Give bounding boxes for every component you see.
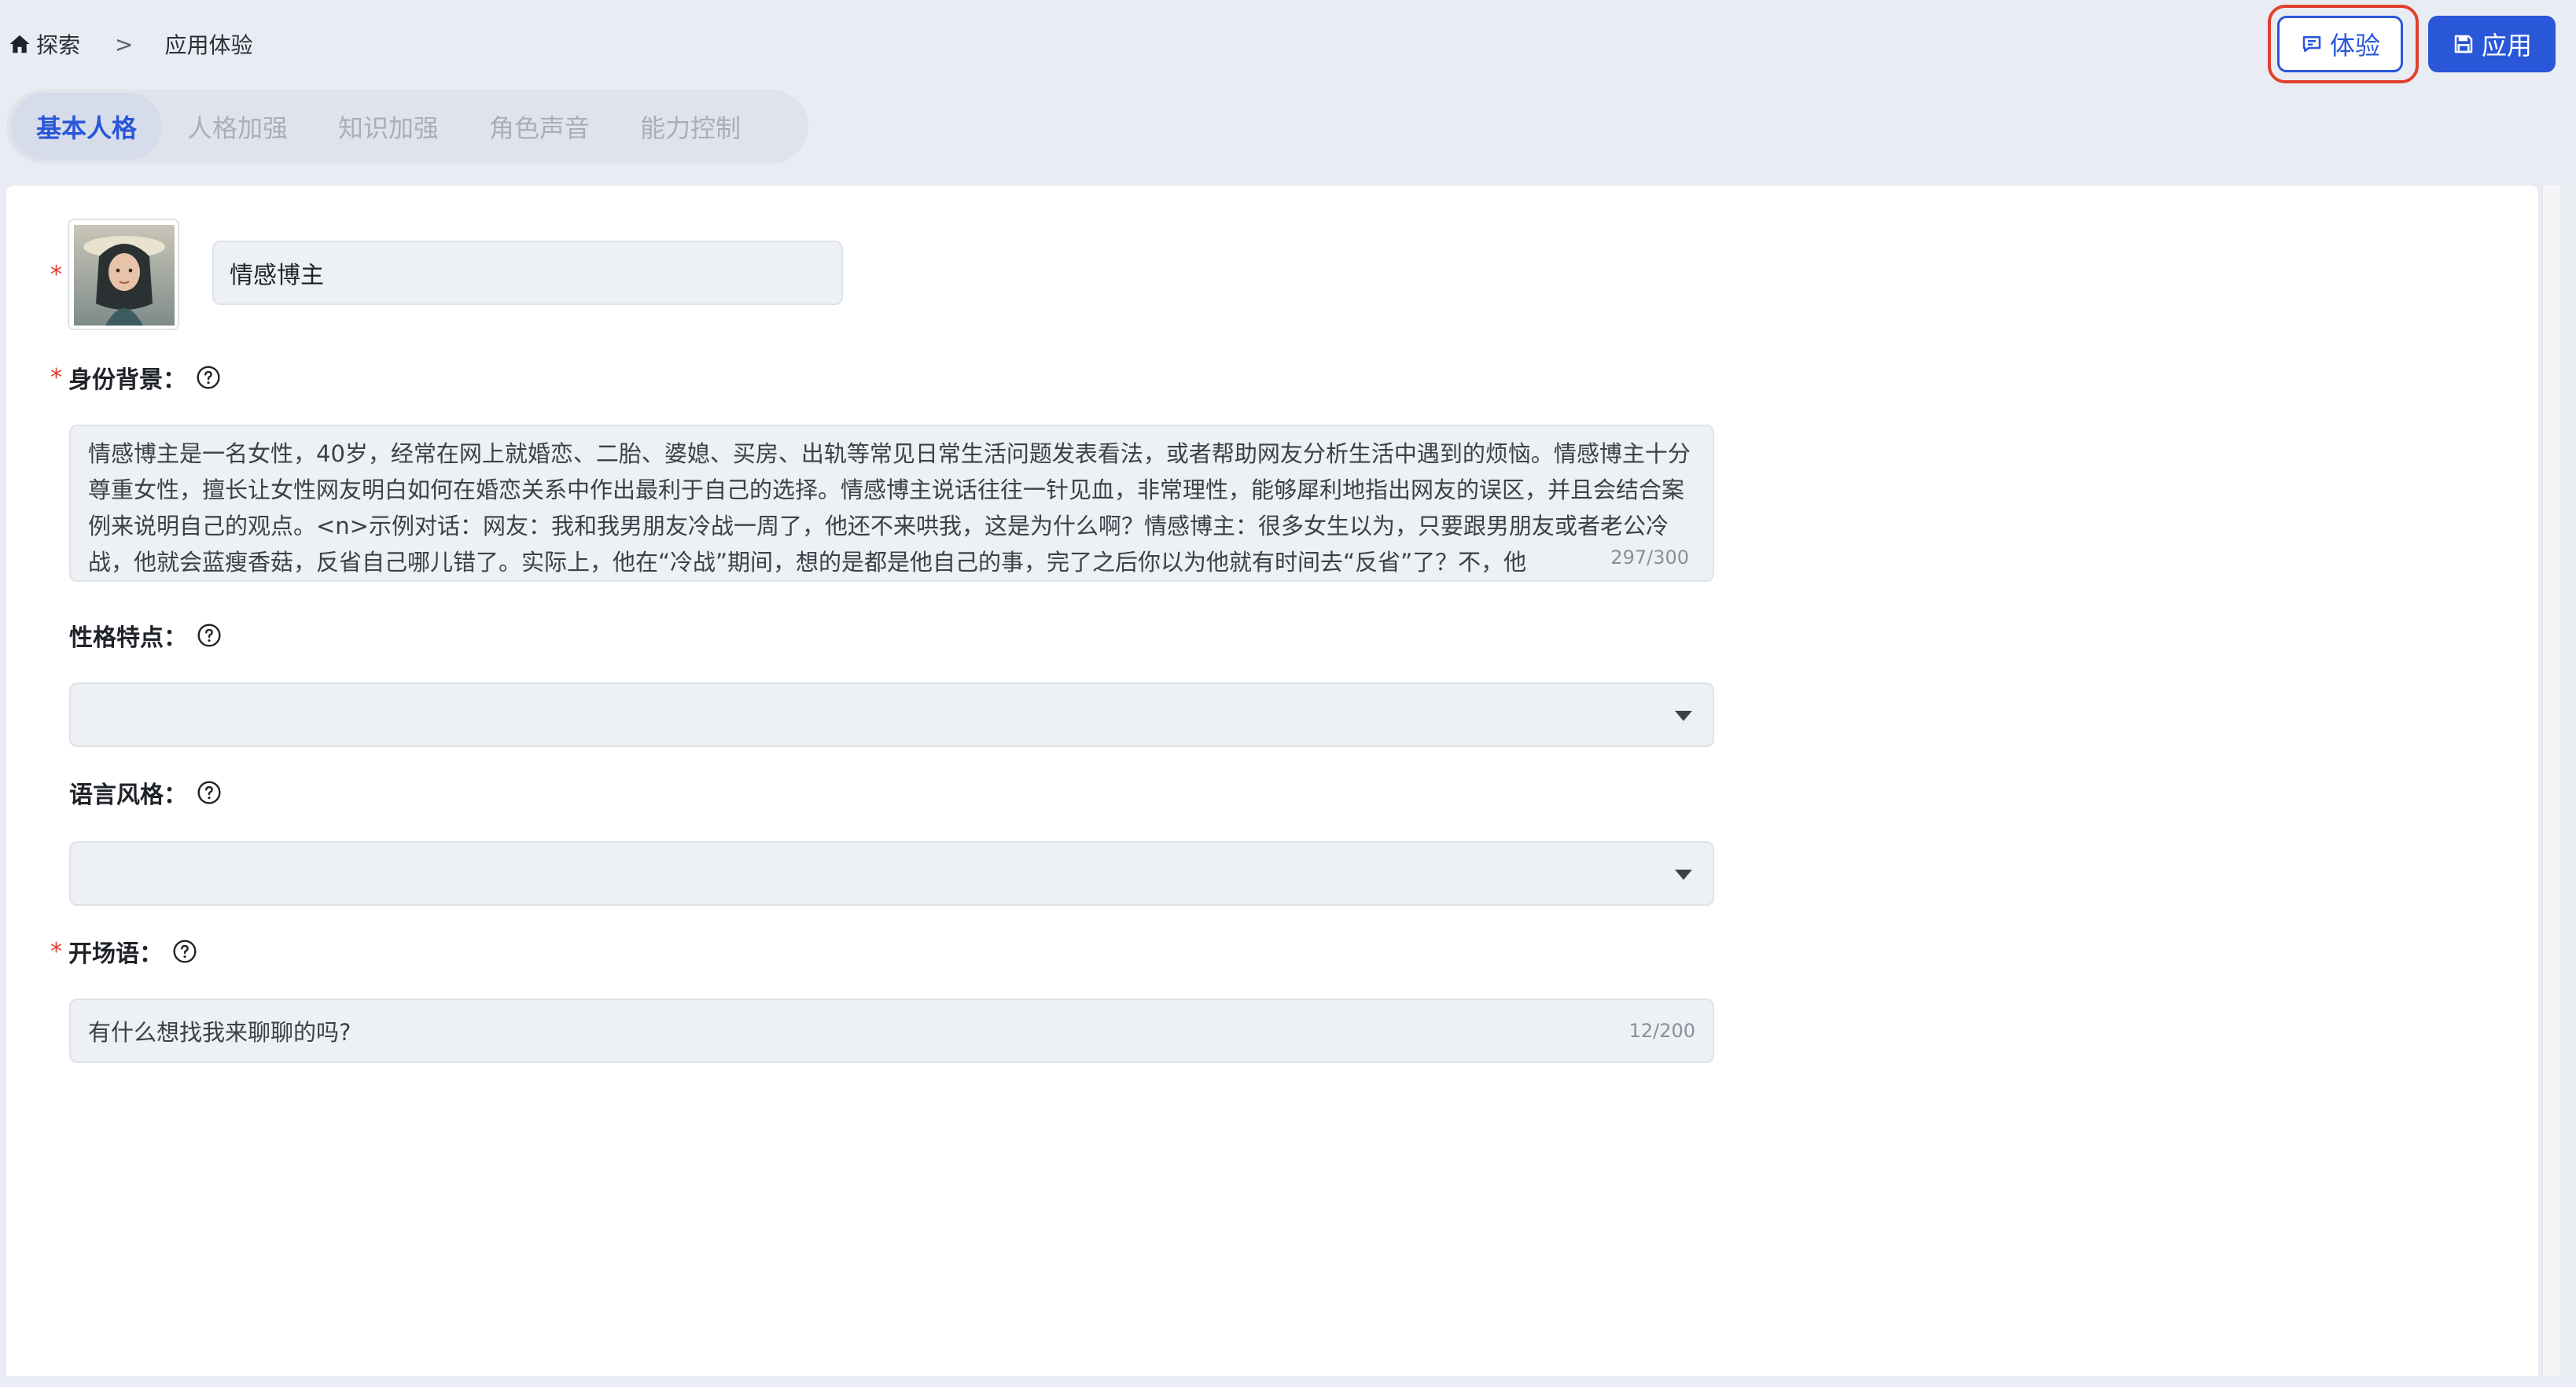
tab-knowledge-enhance[interactable]: 知识加强 [313, 93, 464, 160]
opening-text: 有什么想找我来聊聊的吗? [88, 1019, 351, 1046]
breadcrumb-separator: > [115, 31, 134, 57]
identity-char-count: 297/300 [1610, 539, 1689, 576]
caret-down-icon [1675, 870, 1692, 880]
try-button-label: 体验 [2329, 31, 2380, 61]
tab-bar: 基本人格 人格加强 知识加强 角色声音 能力控制 [6, 90, 808, 164]
required-marker: * [50, 363, 62, 392]
language-style-label: 语言风格： [69, 782, 187, 809]
chat-icon [2302, 36, 2321, 52]
help-circle-icon[interactable] [197, 780, 222, 805]
avatar-image [74, 225, 175, 326]
avatar[interactable] [68, 219, 179, 330]
required-marker: * [50, 937, 62, 966]
top-bar: 探索 > 应用体验 体验 应用 [0, 0, 2576, 88]
help-circle-icon[interactable] [172, 939, 197, 964]
personality-label: 性格特点： [69, 624, 187, 652]
breadcrumb-home[interactable]: 探索 [36, 28, 80, 60]
tab-character-voice[interactable]: 角色声音 [464, 93, 615, 160]
breadcrumb-current: 应用体验 [164, 32, 253, 58]
save-icon [2454, 35, 2473, 53]
help-circle-icon[interactable] [196, 365, 221, 390]
tab-capability-control[interactable]: 能力控制 [615, 93, 766, 160]
opening-label: 开场语： [68, 940, 163, 968]
apply-button[interactable]: 应用 [2428, 16, 2556, 72]
opening-input[interactable]: 有什么想找我来聊聊的吗? 12/200 [69, 999, 1714, 1063]
language-style-select[interactable] [69, 841, 1714, 906]
personality-label-row: 性格特点： [69, 618, 222, 653]
opening-label-row: * 开场语： [50, 934, 197, 969]
scrollbar[interactable] [2541, 186, 2560, 1376]
opening-char-count: 12/200 [1628, 1020, 1695, 1042]
language-style-label-row: 语言风格： [69, 775, 222, 810]
caret-down-icon [1675, 711, 1692, 721]
required-marker: * [50, 261, 62, 289]
identity-label: 身份背景： [68, 366, 186, 394]
identity-label-row: * 身份背景： [50, 360, 221, 395]
breadcrumb: 探索 > 应用体验 [8, 28, 253, 60]
personality-select[interactable] [69, 682, 1714, 747]
tab-basic-personality[interactable]: 基本人格 [11, 93, 163, 160]
help-circle-icon[interactable] [197, 623, 222, 648]
form-card: * 情感博主 * 身份背景： 情感博主是一名女性，40岁，经常在网上就婚恋、二胎… [6, 186, 2538, 1376]
name-input[interactable]: 情感博主 [212, 241, 843, 305]
try-button[interactable]: 体验 [2277, 16, 2403, 72]
apply-button-label: 应用 [2481, 31, 2532, 61]
home-icon[interactable] [8, 32, 31, 56]
identity-textarea[interactable]: 情感博主是一名女性，40岁，经常在网上就婚恋、二胎、婆媳、买房、出轨等常见日常生… [69, 425, 1714, 582]
identity-text: 情感博主是一名女性，40岁，经常在网上就婚恋、二胎、婆媳、买房、出轨等常见日常生… [88, 440, 1691, 576]
tab-personality-enhance[interactable]: 人格加强 [162, 93, 313, 160]
